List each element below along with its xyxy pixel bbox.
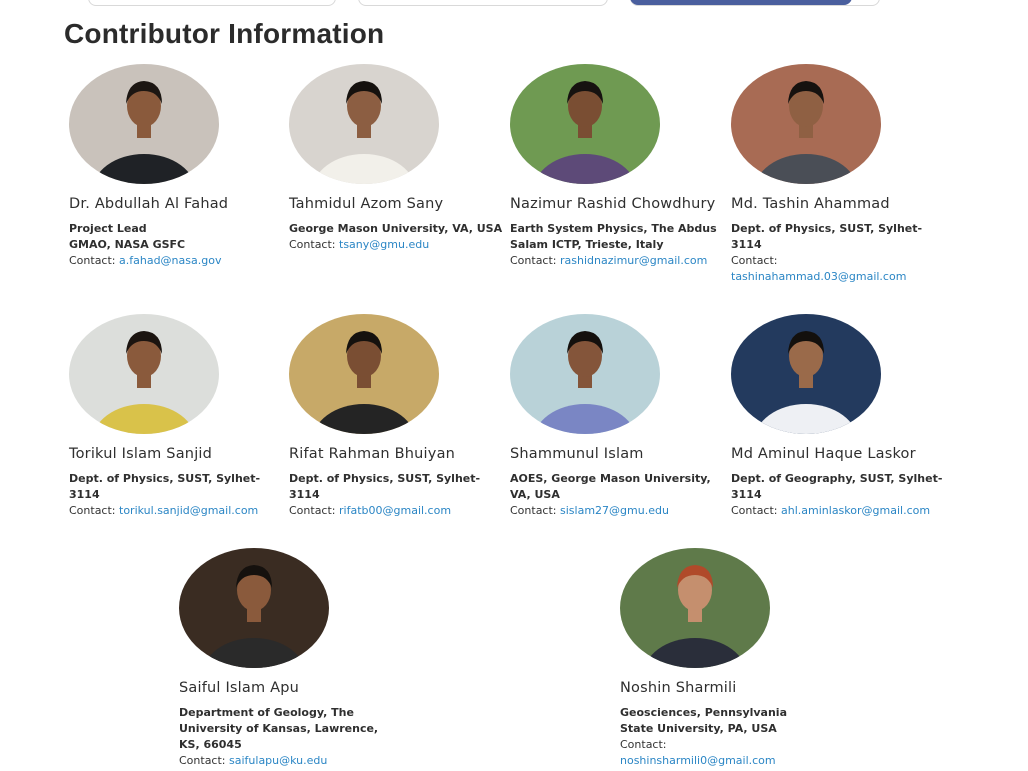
top-tab-3-active-bar — [630, 0, 852, 5]
contributor-name: Dr. Abdullah Al Fahad — [69, 196, 229, 212]
contributor-name: Md Aminul Haque Laskor — [731, 446, 916, 462]
contributor-affiliation: Dept. of Physics, SUST, Sylhet-3114 — [731, 222, 923, 251]
contributor-card: Noshin Sharmili Geosciences, Pennsylvania… — [620, 548, 820, 769]
contributor-affiliation: Earth System Physics, The Abdus Salam IC… — [510, 222, 717, 251]
contributor-photo — [510, 314, 660, 434]
contributor-contact: Contact: rashidnazimur@gmail.com — [510, 253, 725, 269]
contributor-affiliation: Project Lead GMAO, NASA GSFC — [69, 222, 186, 251]
contact-email-link[interactable]: noshinsharmili0@gmail.com — [620, 754, 776, 767]
contributor-card: Tahmidul Azom Sany George Mason Universit… — [289, 64, 504, 253]
contact-label: Contact: — [731, 254, 778, 267]
contributor-affiliation: Dept. of Physics, SUST, Sylhet-3114 — [69, 472, 261, 501]
top-tab-1[interactable] — [88, 0, 336, 6]
contributor-name: Noshin Sharmili — [620, 680, 737, 696]
contact-label: Contact: — [69, 254, 116, 267]
contact-label: Contact: — [620, 738, 667, 751]
contributor-affiliation: George Mason University, VA, USA — [289, 222, 503, 235]
contact-label: Contact: — [289, 504, 336, 517]
contributor-photo — [510, 64, 660, 184]
contributor-card: Dr. Abdullah Al Fahad Project Lead GMAO, … — [69, 64, 284, 269]
contact-label: Contact: — [179, 754, 226, 767]
contributor-name: Md. Tashin Ahammad — [731, 196, 890, 212]
contributor-contact: Contact: ahl.aminlaskor@gmail.com — [731, 503, 946, 519]
contact-label: Contact: — [69, 504, 116, 517]
contact-label: Contact: — [731, 504, 778, 517]
contact-email-link[interactable]: tashinahammad.03@gmail.com — [731, 270, 906, 283]
contributor-contact: Contact: tsany@gmu.edu — [289, 237, 504, 253]
top-tab-2[interactable] — [358, 0, 608, 6]
contributor-photo — [69, 314, 219, 434]
contributor-card: Md. Tashin Ahammad Dept. of Physics, SUST… — [731, 64, 946, 285]
contributor-photo — [289, 64, 439, 184]
contributor-name: Torikul Islam Sanjid — [69, 446, 213, 462]
contributor-card: Rifat Rahman Bhuiyan Dept. of Physics, SU… — [289, 314, 504, 519]
contributor-contact: Contact: saifulapu@ku.edu — [179, 753, 379, 769]
contributor-card: Nazimur Rashid Chowdhury Earth System Phy… — [510, 64, 725, 269]
contact-email-link[interactable]: sislam27@gmu.edu — [560, 504, 669, 517]
contributor-contact: Contact: rifatb00@gmail.com — [289, 503, 504, 519]
contributor-name: Tahmidul Azom Sany — [289, 196, 444, 212]
contributor-contact: Contact: a.fahad@nasa.gov — [69, 253, 284, 269]
contributor-contact: Contact: torikul.sanjid@gmail.com — [69, 503, 284, 519]
contributor-affiliation: Dept. of Geography, SUST, Sylhet-3114 — [731, 472, 943, 501]
contact-label: Contact: — [289, 238, 336, 251]
contributor-card: Shammunul Islam AOES, George Mason Univer… — [510, 314, 725, 519]
contact-label: Contact: — [510, 254, 557, 267]
contact-email-link[interactable]: ahl.aminlaskor@gmail.com — [781, 504, 930, 517]
contact-email-link[interactable]: tsany@gmu.edu — [339, 238, 429, 251]
contributor-affiliation: Geosciences, Pennsylvania State Universi… — [620, 706, 788, 735]
contributor-photo — [289, 314, 439, 434]
contributor-affiliation: AOES, George Mason University, VA, USA — [510, 472, 711, 501]
contact-email-link[interactable]: saifulapu@ku.edu — [229, 754, 327, 767]
contributor-photo — [620, 548, 770, 668]
contact-email-link[interactable]: a.fahad@nasa.gov — [119, 254, 221, 267]
contact-label: Contact: — [510, 504, 557, 517]
page-title: Contributor Information — [64, 18, 385, 49]
contributor-affiliation: Department of Geology, The University of… — [179, 706, 379, 751]
contributor-card: Md Aminul Haque Laskor Dept. of Geography… — [731, 314, 946, 519]
contributor-card: Torikul Islam Sanjid Dept. of Physics, SU… — [69, 314, 284, 519]
contact-email-link[interactable]: rashidnazimur@gmail.com — [560, 254, 707, 267]
contributor-name: Nazimur Rashid Chowdhury — [510, 196, 716, 212]
contributor-name: Shammunul Islam — [510, 446, 644, 462]
contributor-card: Saiful Islam Apu Department of Geology, T… — [179, 548, 379, 769]
contributor-photo — [179, 548, 329, 668]
contributor-name: Saiful Islam Apu — [179, 680, 300, 696]
contributor-photo — [731, 64, 881, 184]
contributor-photo — [731, 314, 881, 434]
contributor-contact: Contact: tashinahammad.03@gmail.com — [731, 253, 946, 285]
contact-email-link[interactable]: rifatb00@gmail.com — [339, 504, 451, 517]
contributor-photo — [69, 64, 219, 184]
contact-email-link[interactable]: torikul.sanjid@gmail.com — [119, 504, 258, 517]
contributor-contact: Contact: sislam27@gmu.edu — [510, 503, 725, 519]
contributor-contact: Contact: noshinsharmili0@gmail.com — [620, 737, 820, 769]
contributor-name: Rifat Rahman Bhuiyan — [289, 446, 456, 462]
contributor-affiliation: Dept. of Physics, SUST, Sylhet-3114 — [289, 472, 481, 501]
